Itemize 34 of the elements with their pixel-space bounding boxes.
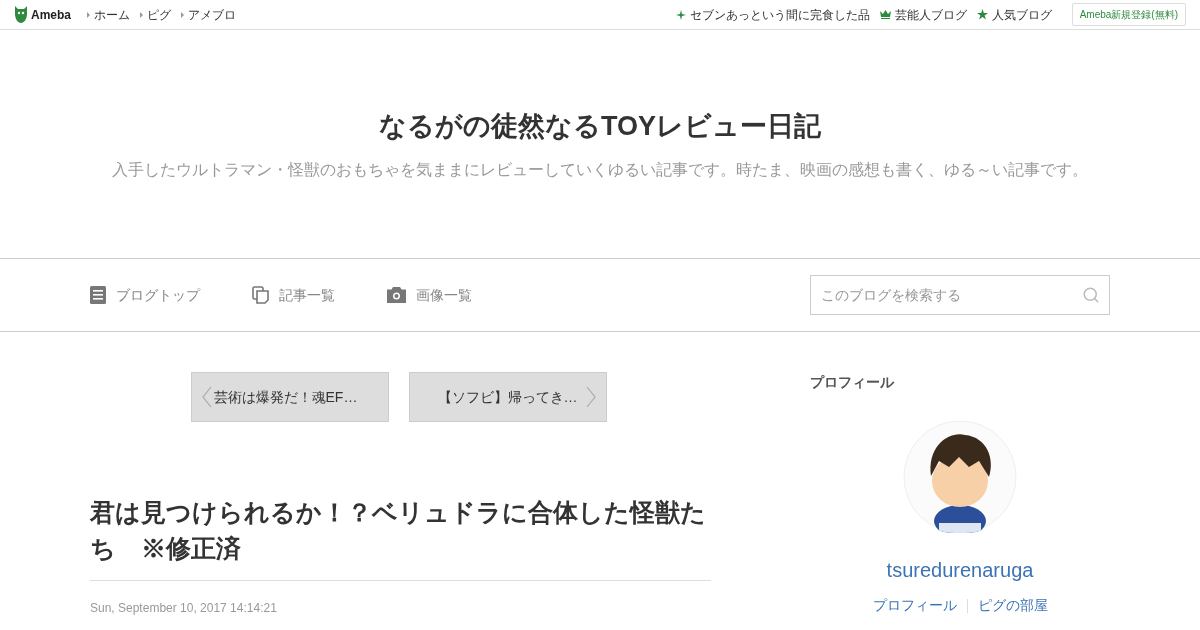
- top-link[interactable]: ピグ: [147, 5, 171, 24]
- copy-icon: [252, 286, 269, 304]
- profile-name[interactable]: tsuredurenaruga: [810, 555, 1110, 585]
- chevron-right-icon: [585, 386, 596, 408]
- top-link[interactable]: 人気ブログ: [991, 5, 1052, 24]
- profile-heading: プロフィール: [810, 373, 895, 392]
- document-icon: [90, 286, 106, 304]
- crown-icon: [879, 10, 891, 19]
- nav-link[interactable]: ブログトップ: [90, 284, 200, 306]
- nav-link[interactable]: 画像一覧: [387, 284, 472, 306]
- profile-link[interactable]: プロフィール: [872, 595, 957, 616]
- caret-icon: [87, 11, 90, 18]
- next-post-button[interactable]: 【ソフビ】帰ってき…: [408, 372, 607, 422]
- top-link[interactable]: 芸能人ブログ: [894, 5, 967, 24]
- caret-icon: [140, 11, 143, 18]
- profile-link[interactable]: ピグの部屋: [977, 595, 1048, 616]
- caret-icon: [181, 11, 184, 18]
- blog-title[interactable]: なるがの徒然なるTOYレビュー日記: [379, 105, 821, 147]
- article-title: 君は見つけられるか！？ベリュドラに合体した怪獣たち ※修正済: [90, 494, 711, 581]
- nav-link[interactable]: 記事一覧: [252, 284, 335, 306]
- top-link[interactable]: セブンあっという間に完食した品: [689, 5, 870, 24]
- post-date: Sun, September 10, 2017 14:14:21: [90, 600, 278, 617]
- sparkle-icon: [675, 9, 686, 20]
- search-field[interactable]: このブログを検索する: [810, 275, 1110, 315]
- blog-description: 入手したウルトラマン・怪獣のおもちゃを気ままにレビューしていくゆるい記事です。時たま、映画の感想も書く、ゆる～い記事です。: [112, 160, 1088, 181]
- logo-text[interactable]: Ameba: [31, 5, 71, 24]
- camera-icon: [387, 287, 406, 303]
- previous-post-button[interactable]: 芸術は爆発だ！魂EF…: [190, 372, 389, 422]
- star-icon: [976, 9, 988, 20]
- top-link[interactable]: アメブロ: [188, 5, 236, 24]
- signup-button[interactable]: Ameba新規登録(無料): [1071, 3, 1186, 26]
- chevron-left-icon: [201, 386, 212, 408]
- logo-icon[interactable]: [14, 6, 28, 23]
- top-link[interactable]: ホーム: [94, 5, 130, 24]
